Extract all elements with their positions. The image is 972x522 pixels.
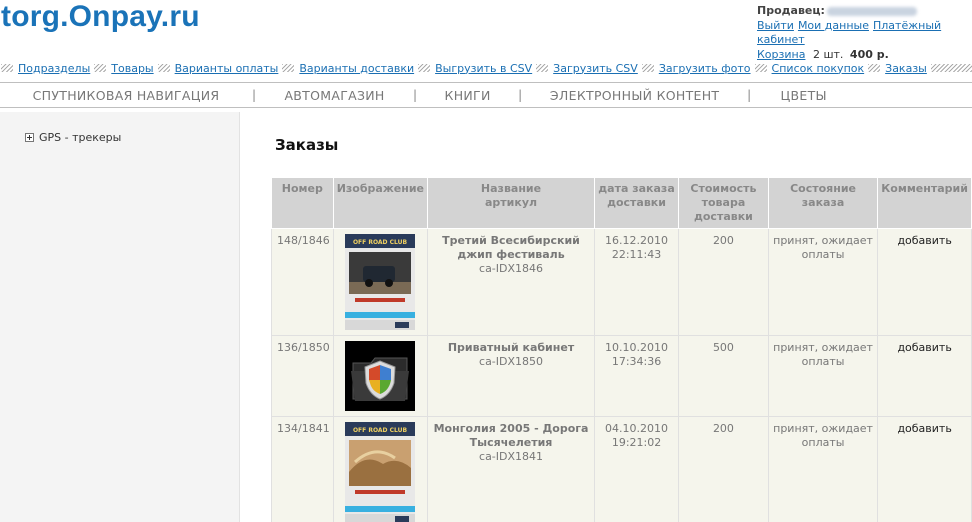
category-electronic-content[interactable]: ЭЛЕКТРОННЫЙ КОНТЕНТ [522,88,747,103]
order-cost: 200 [678,228,769,336]
nav-orders[interactable]: Заказы [885,62,927,75]
col-name-line2: артикул [484,196,538,209]
nav-separator [930,64,972,72]
order-time: 19:21:02 [611,436,662,449]
page-title: Заказы [275,136,339,154]
add-comment-link[interactable]: добавить [877,228,972,336]
nav-separator [868,64,881,72]
cart-count: 2 шт. [812,47,844,61]
nav-separator [282,64,295,72]
order-time: 17:34:36 [611,355,662,368]
nav-payment-options[interactable]: Варианты оплаты [175,62,279,75]
nav-export-csv[interactable]: Выгрузить в CSV [435,62,532,75]
nav-products[interactable]: Товары [111,62,153,75]
col-name: Название артикул [427,177,596,229]
order-date-cell: 10.10.2010 17:34:36 [594,335,680,417]
nav-separator [641,64,654,72]
order-date-cell: 04.10.2010 19:21:02 [594,416,680,522]
seller-panel: Продавец: Выйти Мои данные Платёжный кабин… [757,4,972,62]
cart-link[interactable]: Корзина [757,48,805,61]
nav-separator [1,64,13,72]
order-image-cell: OFF ROAD CLUB [332,416,429,522]
expand-plus-icon[interactable] [25,133,34,142]
table-header-row: Номер Изображение Название артикул дата з… [271,177,972,229]
offroad-club-desert-thumbnail[interactable]: OFF ROAD CLUB [345,422,416,522]
order-date-cell: 16.12.2010 22:11:43 [594,228,680,336]
order-cost: 200 [678,416,769,522]
col-date: дата заказа доставки [594,177,680,229]
cart-total: 400 р. [849,47,889,61]
nav-import-csv[interactable]: Загрузить CSV [553,62,638,75]
order-status: принят, ожидает оплаты [767,416,879,522]
col-cost: Стоимость товара доставки [678,177,769,229]
nav-subsections[interactable]: Подразделы [18,62,90,75]
order-name-cell: Приватный кабинет ca-IDX1850 [427,335,596,417]
category-flowers[interactable]: ЦВЕТЫ [751,88,856,103]
add-comment-link[interactable]: добавить [877,335,972,417]
col-image: Изображение [332,177,429,229]
col-date-line2: доставки [607,196,666,209]
seller-label: Продавец: [757,4,825,17]
category-bar: СПУТНИКОВАЯ НАВИГАЦИЯ | АВТОМАГАЗИН | КН… [0,82,972,108]
sidebar-item-label: GPS - трекеры [39,131,122,144]
my-data-link[interactable]: Мои данные [798,19,869,32]
product-sku: ca-IDX1846 [479,262,544,275]
nav-separator [157,64,170,72]
sidebar: GPS - трекеры [0,112,240,522]
order-number: 134/1841 [271,416,334,522]
nav-delivery-options[interactable]: Варианты доставки [299,62,414,75]
col-cost-line3: доставки [693,210,753,223]
order-date: 10.10.2010 [605,341,669,354]
product-title: Приватный кабинет [447,341,575,354]
table-row: 134/1841 OFF ROAD CLUB Монголия 2005 - Д… [271,416,972,522]
col-number: Номер [271,177,334,229]
order-image-cell: OFF ROAD CLUB [332,228,429,336]
col-status: Состояние заказа [767,177,879,229]
svg-text:OFF ROAD CLUB: OFF ROAD CLUB [353,427,408,434]
order-status: принят, ожидает оплаты [767,228,879,336]
logout-link[interactable]: Выйти [757,19,794,32]
product-sku: ca-IDX1841 [479,450,544,463]
admin-nav: Подразделы Товары Варианты оплаты Вариан… [0,60,972,76]
product-sku: ca-IDX1850 [479,355,544,368]
table-row: 136/1850 Приватный кабинет ca-IDX1850 10… [271,335,972,417]
order-status: принят, ожидает оплаты [767,335,879,417]
category-car-store[interactable]: АВТОМАГАЗИН [256,88,413,103]
category-satellite-navigation[interactable]: СПУТНИКОВАЯ НАВИГАЦИЯ [0,88,252,103]
nav-upload-photo[interactable]: Загрузить фото [659,62,751,75]
table-row: 148/1846 OFF ROAD CLUB Третий Всесибирск… [271,228,972,336]
nav-separator [418,64,431,72]
nav-separator [94,64,107,72]
col-date-line1: дата заказа [598,182,675,195]
nav-separator [536,64,549,72]
offroad-club-jeep-thumbnail[interactable]: OFF ROAD CLUB [345,234,416,330]
order-number: 148/1846 [271,228,334,336]
col-name-line1: Название [480,182,542,195]
order-name-cell: Монголия 2005 - Дорога Тысячелетия ca-ID… [427,416,596,522]
category-books[interactable]: КНИГИ [417,88,518,103]
product-title: Монголия 2005 - Дорога Тысячелетия [433,422,589,449]
col-cost-line2: товара [701,196,746,209]
order-time: 22:11:43 [611,248,662,261]
sidebar-item-gps-trackers[interactable]: GPS - трекеры [25,131,121,144]
col-cost-line1: Стоимость [690,182,757,195]
order-date: 04.10.2010 [605,422,669,435]
product-title: Третий Всесибирский джип фестиваль [442,234,580,261]
order-image-cell [332,335,429,417]
nav-separator [754,64,767,72]
order-number: 136/1850 [271,335,334,417]
seller-email-redacted [826,6,917,16]
nav-purchase-list[interactable]: Список покупок [772,62,865,75]
order-cost: 500 [678,335,769,417]
orders-table: Номер Изображение Название артикул дата з… [271,177,972,522]
col-comment: Комментарий [877,177,972,229]
order-name-cell: Третий Всесибирский джип фестиваль ca-ID… [427,228,596,336]
site-logo[interactable]: torg.Onpay.ru [1,0,200,34]
svg-text:OFF ROAD CLUB: OFF ROAD CLUB [353,239,408,246]
order-date: 16.12.2010 [605,234,669,247]
add-comment-link[interactable]: добавить [877,416,972,522]
private-folder-shield-thumbnail[interactable] [345,341,416,411]
